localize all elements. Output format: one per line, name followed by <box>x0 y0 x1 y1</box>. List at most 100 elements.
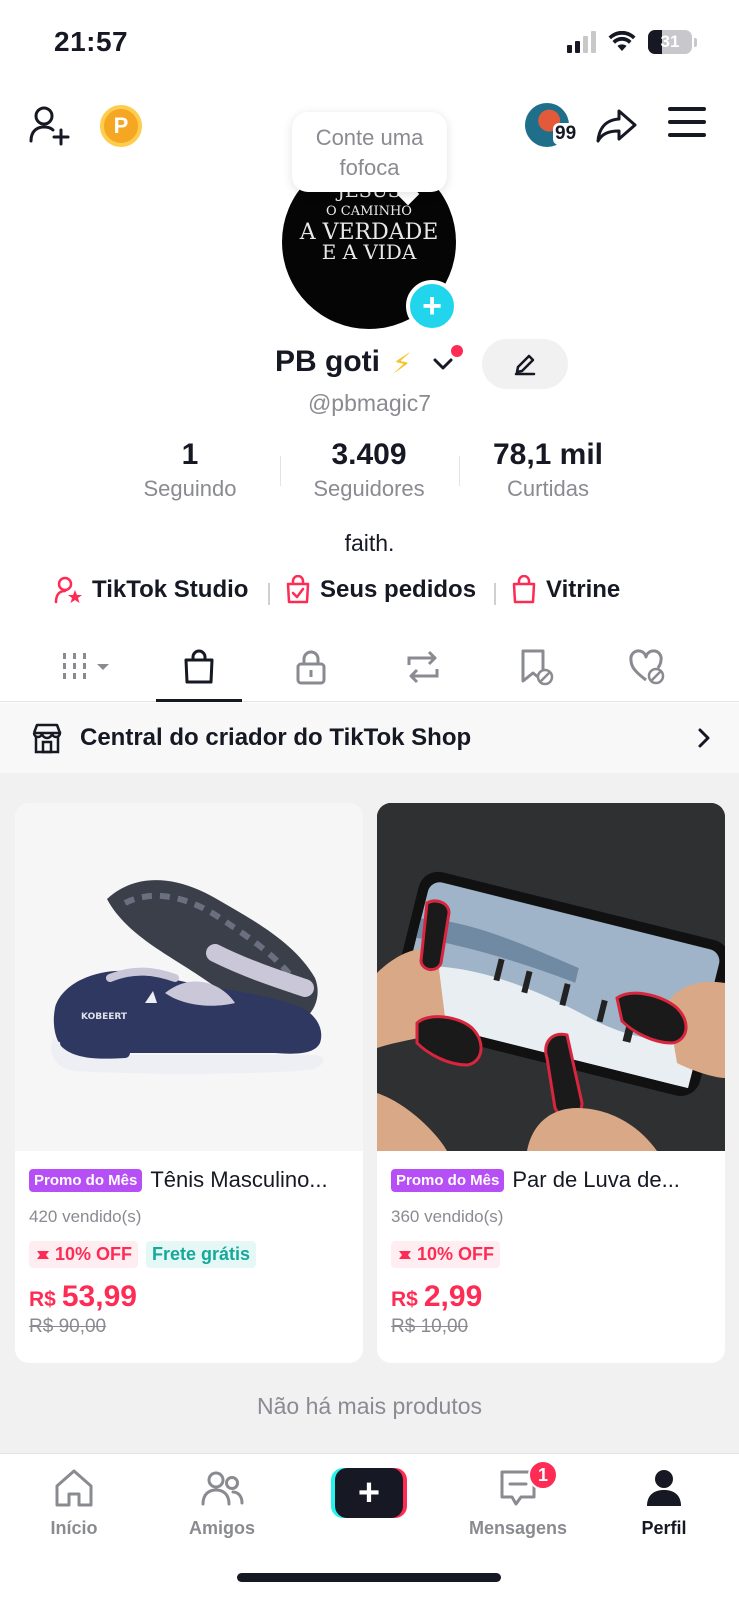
battery-level: 31 <box>660 32 680 51</box>
product-title: Tênis Masculino... <box>150 1167 328 1192</box>
profile-links: TikTok Studio Seus pedidos Vitrine <box>0 575 739 615</box>
link-label: Seus pedidos <box>320 576 477 603</box>
add-friend-icon[interactable] <box>28 103 72 147</box>
shop-creator-center-banner[interactable]: Central do criador do TikTok Shop <box>0 703 739 773</box>
sold-count: 420 vendido(s) <box>29 1207 142 1226</box>
battery-icon: 31 <box>648 30 692 54</box>
store-icon <box>32 723 62 754</box>
tiktok-studio-link[interactable]: TikTok Studio <box>54 575 248 605</box>
free-shipping-tag: Frete grátis <box>146 1241 257 1268</box>
sold-count: 360 vendido(s) <box>391 1207 504 1226</box>
notification-dot <box>451 345 463 357</box>
edit-profile-button[interactable] <box>482 339 568 389</box>
product-card[interactable]: Promo do Mês Par de Luva de... 360 vendi… <box>377 803 725 1363</box>
discount-icon <box>37 1250 49 1259</box>
studio-icon <box>54 576 82 604</box>
discount-tag: 10% OFF <box>391 1241 501 1268</box>
status-time: 21:57 <box>54 26 129 57</box>
shop-header-label: Central do criador do TikTok Shop <box>80 724 472 751</box>
gaming-finger-sleeves-image <box>377 803 725 1151</box>
showcase-link[interactable]: Vitrine <box>510 575 620 605</box>
avatar-text-line: O CAMINHO <box>326 204 412 219</box>
stat-value: 3.409 <box>331 438 407 471</box>
lightning-bolt-emoji: ⚡ <box>392 348 412 379</box>
display-name: PB goti <box>275 345 380 378</box>
link-label: TikTok Studio <box>92 576 249 603</box>
nav-label: Mensagens <box>468 1518 568 1538</box>
promo-badge: Promo do Mês <box>29 1168 143 1192</box>
name-row: PB goti ⚡ <box>0 339 739 389</box>
coin-icon[interactable]: P <box>100 105 142 147</box>
wifi-icon <box>608 31 636 51</box>
promo-badge: Promo do Mês <box>391 1168 505 1192</box>
grid-icon <box>63 653 109 679</box>
product-title: Par de Luva de... <box>512 1167 680 1192</box>
status-icons: 31 <box>567 30 697 54</box>
nav-label: Início <box>50 1518 98 1538</box>
stat-value: 78,1 mil <box>492 438 604 471</box>
stat-label: Curtidas <box>507 476 589 501</box>
nav-messages[interactable]: 1 Mensagens <box>458 1460 578 1539</box>
create-button[interactable]: + <box>331 1468 407 1518</box>
stat-likes[interactable]: 78,1 mil Curtidas <box>458 438 638 502</box>
profile-icon <box>647 1470 681 1506</box>
divider <box>494 583 496 605</box>
price-currency: R$ <box>391 1288 418 1311</box>
stat-label: Seguidores <box>313 476 425 501</box>
orders-link[interactable]: Seus pedidos <box>284 575 476 605</box>
sneaker-brand-text: KOBEERT <box>81 1012 128 1022</box>
nav-friends[interactable]: Amigos <box>162 1466 282 1539</box>
sneaker-image: KOBEERT <box>15 803 363 1151</box>
orders-icon <box>286 575 310 604</box>
avatar-text-line: E A VIDA <box>322 240 417 264</box>
divider <box>268 583 270 605</box>
heart-hidden-icon <box>629 649 665 685</box>
tab-private[interactable] <box>266 632 356 702</box>
status-bar: 21:57 31 <box>0 0 739 80</box>
lock-icon <box>296 650 326 685</box>
product-card[interactable]: KOBEERT Promo do Mês Tênis Masculino... … <box>15 803 363 1363</box>
username: @pbmagic7 <box>307 390 432 416</box>
nav-home[interactable]: Início <box>14 1466 134 1539</box>
stat-followers[interactable]: 3.409 Seguidores <box>279 438 459 502</box>
showcase-icon <box>512 575 536 604</box>
tab-videos[interactable] <box>42 632 132 702</box>
story-count: 99 <box>553 123 579 145</box>
messages-badge: 1 <box>528 1460 558 1490</box>
friends-icon <box>201 1471 244 1506</box>
tab-reposts[interactable] <box>378 632 468 702</box>
price-value: 2,99 <box>423 1280 483 1313</box>
home-indicator <box>237 1573 501 1582</box>
discount-icon <box>399 1250 411 1259</box>
stat-value: 1 <box>181 438 199 471</box>
discount-label: 10% OFF <box>417 1244 495 1264</box>
shopping-bag-icon <box>184 649 214 684</box>
profile-tabs <box>0 632 739 702</box>
cellular-signal-icon <box>567 31 596 53</box>
menu-icon[interactable] <box>668 107 706 141</box>
price-value: 53,99 <box>61 1280 137 1313</box>
tab-liked[interactable] <box>602 632 692 702</box>
chevron-down-icon[interactable] <box>432 353 454 375</box>
share-icon[interactable] <box>594 103 638 147</box>
tab-shop[interactable] <box>154 632 244 702</box>
add-avatar-button[interactable]: + <box>406 280 458 332</box>
price-currency: R$ <box>29 1288 56 1311</box>
pencil-icon <box>514 354 536 376</box>
profile-bio: faith. <box>344 530 395 556</box>
home-icon <box>55 1469 93 1507</box>
profile-stats: 1 Seguindo 3.409 Seguidores 78,1 mil Cur… <box>0 438 739 502</box>
stat-following[interactable]: 1 Seguindo <box>100 438 280 502</box>
nav-label: Amigos <box>188 1518 255 1538</box>
tab-favorites[interactable] <box>490 632 580 702</box>
active-tab-indicator <box>156 699 242 702</box>
original-price: R$ 90,00 <box>29 1316 107 1337</box>
bookmark-hidden-icon <box>521 649 554 686</box>
original-price: R$ 10,00 <box>391 1316 469 1337</box>
link-label: Vitrine <box>546 576 621 603</box>
discount-tag: 10% OFF <box>29 1241 139 1268</box>
nav-profile[interactable]: Perfil <box>604 1466 724 1539</box>
note-tooltip[interactable]: Conte uma fofoca <box>292 112 447 192</box>
repost-icon <box>407 650 439 684</box>
end-of-list-message: Não há mais produtos <box>256 1393 482 1419</box>
